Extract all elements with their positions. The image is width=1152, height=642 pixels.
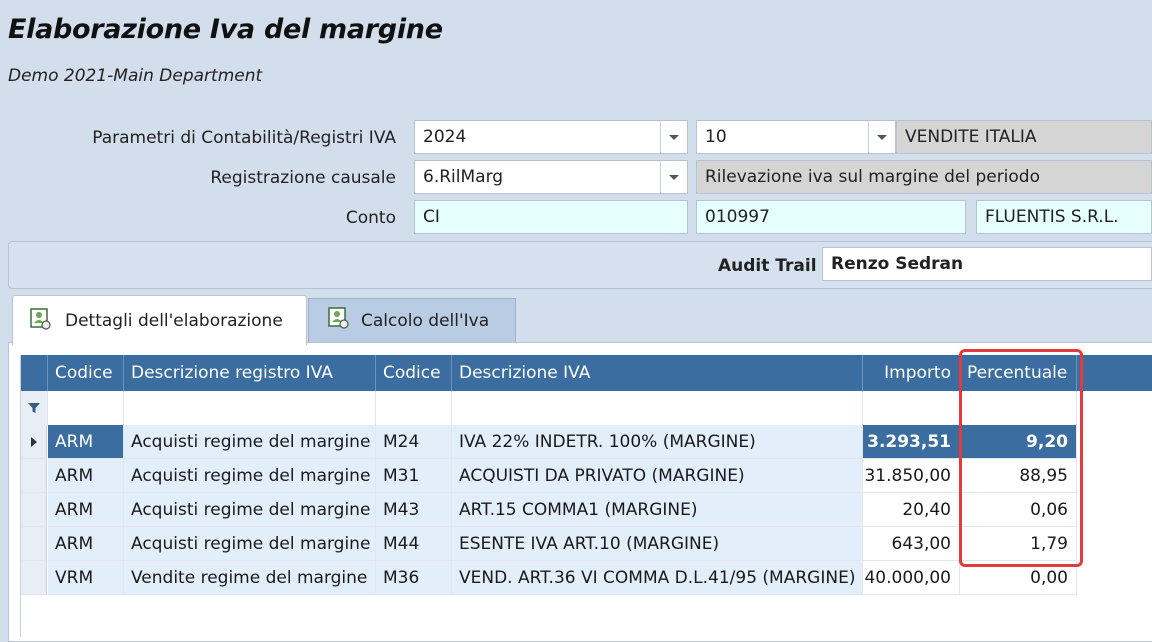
chevron-down-icon[interactable] <box>660 121 687 153</box>
row-indicator[interactable] <box>21 493 47 527</box>
table-cell-codice-iva[interactable]: M31 <box>376 459 452 493</box>
table-cell-codice-iva[interactable]: M24 <box>376 425 452 459</box>
table-cell-codice[interactable]: VRM <box>48 561 124 595</box>
register-desc-field: VENDITE ITALIA <box>896 120 1152 154</box>
tab-dettagli-label: Dettagli dell'elaborazione <box>65 311 283 331</box>
col-descrizione-iva[interactable]: Descrizione IVA <box>452 355 863 391</box>
row-indicator[interactable] <box>21 561 47 595</box>
user-report-icon <box>328 307 349 329</box>
grid-header: Codice Descrizione registro IVA Codice D… <box>21 355 1152 391</box>
table-cell-desc-iva[interactable]: ESENTE IVA ART.10 (MARGINE) <box>452 527 863 561</box>
user-report-icon <box>30 308 51 330</box>
filter-cell[interactable] <box>376 391 452 425</box>
table-cell-percentuale[interactable]: 0,00 <box>960 561 1077 595</box>
col-percentuale[interactable]: Percentuale <box>960 355 1077 391</box>
conto-code-value: 010997 <box>705 207 770 227</box>
data-grid: Codice Descrizione registro IVA Codice D… <box>20 355 1152 637</box>
filter-cell[interactable] <box>48 391 124 425</box>
table-cell-desc-registro[interactable]: Acquisti regime del margine <box>124 459 376 493</box>
table-cell-percentuale[interactable]: 9,20 <box>960 425 1077 459</box>
table-row[interactable]: VRM Vendite regime del margine M36 VEND. AR… <box>21 561 1152 595</box>
table-row[interactable]: ARM Acquisti regime del margine M24 IVA 22%… <box>21 425 1152 459</box>
table-cell-codice[interactable]: ARM <box>48 459 124 493</box>
conto-label: Conto <box>345 208 396 228</box>
chevron-down-icon[interactable] <box>660 161 687 193</box>
row-indicator[interactable] <box>21 527 47 561</box>
table-cell-codice-iva[interactable]: M43 <box>376 493 452 527</box>
registrazione-label: Registrazione causale <box>210 168 396 188</box>
header-indicator <box>21 355 48 391</box>
causale-desc-field: Rilevazione iva sul margine del periodo <box>696 160 1152 194</box>
table-cell-codice-iva[interactable]: M36 <box>376 561 452 595</box>
table-cell-codice-iva[interactable]: M44 <box>376 527 452 561</box>
causale-desc-value: Rilevazione iva sul margine del periodo <box>705 167 1040 187</box>
conto-type-value: CI <box>423 207 440 227</box>
register-desc-value: VENDITE ITALIA <box>905 127 1037 147</box>
conto-type-field[interactable]: CI <box>414 200 688 234</box>
row-indicator[interactable] <box>21 425 47 459</box>
col-codice[interactable]: Codice <box>48 355 124 391</box>
year-combo[interactable]: 2024 <box>414 120 688 154</box>
table-cell-importo[interactable]: 643,00 <box>863 527 960 561</box>
tab-calcolo-label: Calcolo dell'Iva <box>361 311 490 331</box>
col-codice-iva[interactable]: Codice <box>376 355 452 391</box>
table-cell-desc-registro[interactable]: Acquisti regime del margine <box>124 425 376 459</box>
col-importo[interactable]: Importo <box>863 355 960 391</box>
parametri-label: Parametri di Contabilità/Registri IVA <box>92 128 396 148</box>
page-subtitle: Demo 2021-Main Department <box>8 66 263 86</box>
row-pointer-icon <box>31 437 37 447</box>
table-row[interactable]: ARM Acquisti regime del margine M43 ART.15 … <box>21 493 1152 527</box>
table-cell-desc-registro[interactable]: Acquisti regime del margine <box>124 527 376 561</box>
filter-cell[interactable] <box>863 391 960 425</box>
tab-calcolo[interactable]: Calcolo dell'Iva <box>308 298 516 342</box>
register-code-value: 10 <box>705 127 727 147</box>
col-descrizione-registro[interactable]: Descrizione registro IVA <box>124 355 376 391</box>
register-code-combo[interactable]: 10 <box>696 120 896 154</box>
table-cell-codice[interactable]: ARM <box>48 527 124 561</box>
filter-cell[interactable] <box>124 391 376 425</box>
row-indicator[interactable] <box>21 459 47 493</box>
table-cell-percentuale[interactable]: 88,95 <box>960 459 1077 493</box>
table-cell-desc-registro[interactable]: Vendite regime del margine <box>124 561 376 595</box>
audit-trail-label: Audit Trail <box>718 256 817 276</box>
table-cell-desc-iva[interactable]: VEND. ART.36 VI COMMA D.L.41/95 (MARGINE… <box>452 561 863 595</box>
conto-name-value: FLUENTIS S.R.L. <box>985 207 1119 227</box>
table-cell-desc-registro[interactable]: Acquisti regime del margine <box>124 493 376 527</box>
table-cell-importo[interactable]: 20,40 <box>863 493 960 527</box>
conto-name-field[interactable]: FLUENTIS S.R.L. <box>976 200 1152 234</box>
filter-cell <box>21 391 48 425</box>
audit-trail-value: Renzo Sedran <box>831 254 964 274</box>
table-cell-importo[interactable]: 40.000,00 <box>863 561 960 595</box>
table-cell-desc-iva[interactable]: IVA 22% INDETR. 100% (MARGINE) <box>452 425 863 459</box>
page-title: Elaborazione Iva del margine <box>8 14 443 45</box>
filter-icon[interactable] <box>28 402 40 414</box>
causale-combo[interactable]: 6.RilMarg <box>414 160 688 194</box>
table-cell-percentuale[interactable]: 1,79 <box>960 527 1077 561</box>
table-cell-codice[interactable]: ARM <box>48 425 124 459</box>
table-cell-desc-iva[interactable]: ART.15 COMMA1 (MARGINE) <box>452 493 863 527</box>
table-cell-percentuale[interactable]: 0,06 <box>960 493 1077 527</box>
filter-cell[interactable] <box>452 391 863 425</box>
tab-dettagli[interactable]: Dettagli dell'elaborazione <box>12 295 307 345</box>
causale-value: 6.RilMarg <box>423 167 504 187</box>
table-cell-codice[interactable]: ARM <box>48 493 124 527</box>
chevron-down-icon[interactable] <box>868 121 895 153</box>
audit-trail-field[interactable]: Renzo Sedran <box>822 247 1152 281</box>
table-cell-importo[interactable]: 3.293,51 <box>863 425 960 459</box>
table-cell-desc-iva[interactable]: ACQUISTI DA PRIVATO (MARGINE) <box>452 459 863 493</box>
filter-row[interactable] <box>21 391 1152 426</box>
conto-code-field[interactable]: 010997 <box>696 200 966 234</box>
year-value: 2024 <box>423 127 467 147</box>
filter-cell[interactable] <box>960 391 1077 425</box>
table-cell-importo[interactable]: 31.850,00 <box>863 459 960 493</box>
table-row[interactable]: ARM Acquisti regime del margine M31 ACQUIST… <box>21 459 1152 493</box>
table-row[interactable]: ARM Acquisti regime del margine M44 ESENTE … <box>21 527 1152 561</box>
